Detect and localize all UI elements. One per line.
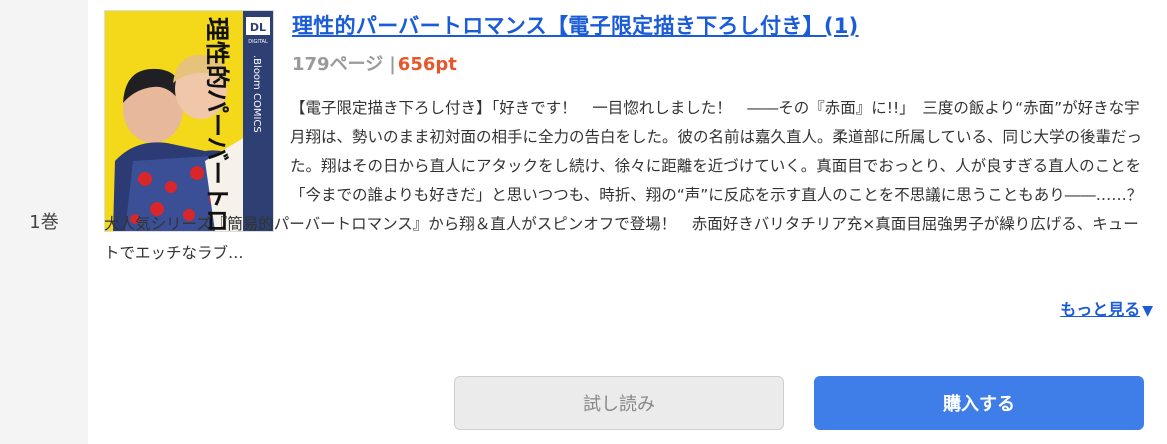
book-title-link[interactable]: 理性的パーバートロマンス【電子限定描き下ろし付き】(1)	[292, 10, 1152, 40]
book-description: 【電子限定描き下ろし付き】「好きです！ 一目惚れしました！ ――その『赤面』に!…	[104, 94, 1158, 268]
book-price: 656pt	[397, 54, 457, 75]
book-meta: 179ページ | 656pt	[292, 50, 457, 76]
chevron-down-icon: ▼	[1142, 303, 1153, 319]
book-entry: DL DIGITAL .Bloom COMICS 理性的パーバートロマンス 理性…	[88, 0, 1167, 444]
page-count: 179ページ	[292, 54, 384, 75]
meta-separator: |	[389, 54, 396, 75]
show-more-link[interactable]: もっと見る ▼	[1060, 296, 1153, 320]
volume-column: 1巻	[0, 0, 88, 444]
buy-button[interactable]: 購入する	[814, 376, 1144, 430]
cover-badge: DL	[250, 21, 266, 34]
cover-badge-sub: DIGITAL	[248, 39, 268, 45]
volume-label: 1巻	[29, 212, 59, 233]
cover-float-spacer	[104, 94, 290, 210]
trial-read-button[interactable]: 試し読み	[454, 376, 784, 430]
show-more-label: もっと見る	[1060, 300, 1141, 319]
